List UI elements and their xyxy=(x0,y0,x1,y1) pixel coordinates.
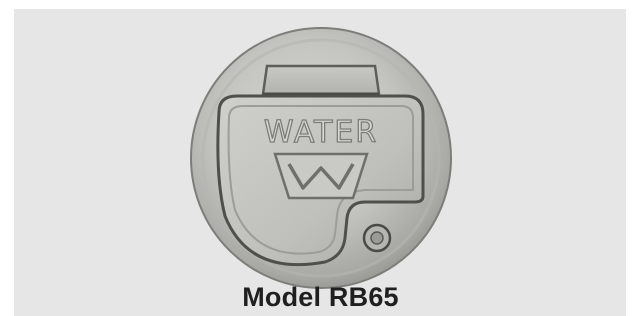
w-emblem-icon xyxy=(273,152,369,200)
lift-tab xyxy=(261,64,381,96)
model-caption: Model RB65 xyxy=(242,282,399,312)
water-box-cover-image: WATER xyxy=(189,26,453,290)
cover-lettering: WATER xyxy=(264,115,378,150)
cover-illustration: WATER xyxy=(190,27,452,289)
bolt-icon xyxy=(362,223,392,253)
